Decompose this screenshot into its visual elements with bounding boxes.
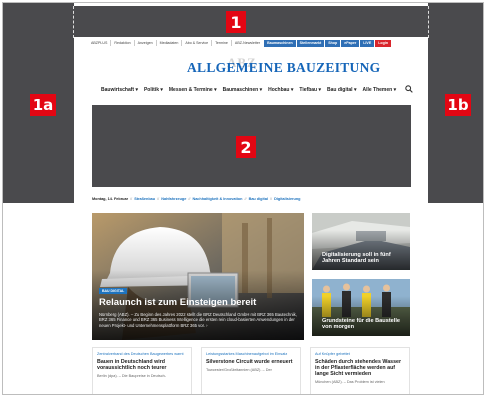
- side-article-title: Grundsteine für die Baustelle von morgen: [322, 317, 401, 331]
- nav-item-bauwirtschaft[interactable]: Bauwirtschaft ▾: [101, 87, 138, 93]
- breadcrumb-separator: //: [270, 197, 273, 201]
- nav-item-politik[interactable]: Politik ▾: [144, 87, 163, 93]
- breadcrumb-item[interactable]: Straßenbau: [134, 197, 155, 201]
- breadcrumb-item[interactable]: Digitalisierung: [274, 197, 300, 201]
- ad-position-label: 1a: [30, 94, 56, 116]
- breadcrumb-separator: //: [244, 197, 247, 201]
- topbar-link[interactable]: ABZPLUS: [88, 40, 112, 46]
- topbar-button-live[interactable]: LIVE: [360, 39, 375, 47]
- article-title[interactable]: Schäden durch stehendes Wasser in der Pf…: [315, 359, 405, 378]
- article-card[interactable]: Auf Knüpfer gebettet Schäden durch stehe…: [310, 347, 410, 394]
- nav-item-alle-themen[interactable]: Alle Themen ▾: [362, 87, 396, 93]
- category-badge[interactable]: BAU DIGITAL: [99, 288, 128, 294]
- topbar-link[interactable]: Redaktion: [111, 40, 135, 46]
- topbar-link[interactable]: Abo & Service: [182, 40, 213, 46]
- article-card[interactable]: Zentralverband des Deutschen Baugewerbes…: [92, 347, 192, 394]
- ad-leaderboard-outline: [73, 6, 429, 38]
- breadcrumb-separator: //: [157, 197, 160, 201]
- nav-item-bau-digital[interactable]: Bau digital ▾: [327, 87, 356, 93]
- current-date: Montag, 14. Februar: [92, 197, 129, 201]
- article-kicker: Auf Knüpfer gebettet: [315, 352, 350, 356]
- ad-position-label: 1: [226, 11, 246, 33]
- ad-position-label: 2: [236, 136, 256, 158]
- nav-item-messen[interactable]: Messen & Termine ▾: [169, 87, 217, 93]
- search-icon[interactable]: [405, 85, 413, 93]
- breadcrumb-separator: //: [188, 197, 191, 201]
- screenshot-frame: ABZPLUS Redaktion Anzeigen Mediadaten Ab…: [2, 2, 484, 395]
- login-button[interactable]: Login: [375, 39, 392, 47]
- side-article-title: Digitalisierung soll in fünf Jahren Stan…: [322, 251, 391, 265]
- article-title[interactable]: Bauen in Deutschland wird voraussichtlic…: [97, 359, 187, 371]
- topbar-link[interactable]: Mediadaten: [157, 40, 183, 46]
- hero-headline[interactable]: Relaunch ist zum Einsteigen bereit: [99, 297, 256, 308]
- nav-item-hochbau[interactable]: Hochbau ▾: [268, 87, 293, 93]
- article-kicker: Zentralverband des Deutschen Baugewerbes…: [97, 352, 184, 356]
- breadcrumb: Montag, 14. Februar // Straßenbau // Nah…: [92, 197, 301, 201]
- topbar-button-stellenmarkt[interactable]: Stellenmarkt: [296, 39, 325, 47]
- nav-item-baumaschinen[interactable]: Baumaschinen ▾: [223, 87, 262, 93]
- article-card[interactable]: Leistungsstarkes Maschinenaufgebot im Ei…: [201, 347, 301, 394]
- breadcrumb-item[interactable]: Nachhaltigkeit & Innovation: [192, 197, 242, 201]
- topbar-button-epaper[interactable]: ePaper: [341, 39, 360, 47]
- ad-position-label: 1b: [445, 94, 471, 116]
- topbar-link[interactable]: Anzeigen: [135, 40, 157, 46]
- article-snippet: Berlin (dpa). – Die Baupreise in Deutsch…: [97, 374, 167, 378]
- breadcrumb-separator: //: [130, 197, 133, 201]
- topbar-link[interactable]: Termine: [212, 40, 232, 46]
- side-article-card[interactable]: Digitalisierung soll in fünf Jahren Stan…: [312, 213, 410, 270]
- article-snippet: Towcester/Großbritannien (ABZ). – Der: [206, 367, 272, 372]
- hero-article[interactable]: BAU DIGITAL Relaunch ist zum Einsteigen …: [92, 213, 304, 340]
- hero-teaser: Nürnberg (ABZ). – Zu Beginn des Jahres 2…: [99, 312, 297, 328]
- page-content: ABZPLUS Redaktion Anzeigen Mediadaten Ab…: [74, 37, 428, 394]
- article-title[interactable]: Silverstone Circuit wurde erneuert: [206, 359, 296, 365]
- article-kicker: Leistungsstarkes Maschinenaufgebot im Ei…: [206, 352, 288, 356]
- side-article-card[interactable]: Grundsteine für die Baustelle von morgen: [312, 279, 410, 336]
- site-logo[interactable]: ABZ ALLGEMEINE BAUZEITUNG: [187, 55, 380, 79]
- topbar-button-shop[interactable]: Shop: [325, 39, 341, 47]
- breadcrumb-item[interactable]: Bau digital: [249, 197, 268, 201]
- nav-item-tiefbau[interactable]: Tiefbau ▾: [299, 87, 321, 93]
- breadcrumb-item[interactable]: Nahfahrzeuge: [161, 197, 186, 201]
- article-snippet: München (ABZ). – Das Problem ist vielen: [315, 380, 385, 385]
- topbar-button-baumaschinen[interactable]: Baumaschinen: [264, 39, 296, 47]
- top-utility-bar: ABZPLUS Redaktion Anzeigen Mediadaten Ab…: [88, 39, 392, 47]
- logo-text: ALLGEMEINE BAUZEITUNG: [187, 60, 381, 75]
- main-navigation: Bauwirtschaft ▾ Politik ▾ Messen & Termi…: [101, 87, 396, 93]
- topbar-link[interactable]: ABZ-Newsletter: [232, 40, 263, 46]
